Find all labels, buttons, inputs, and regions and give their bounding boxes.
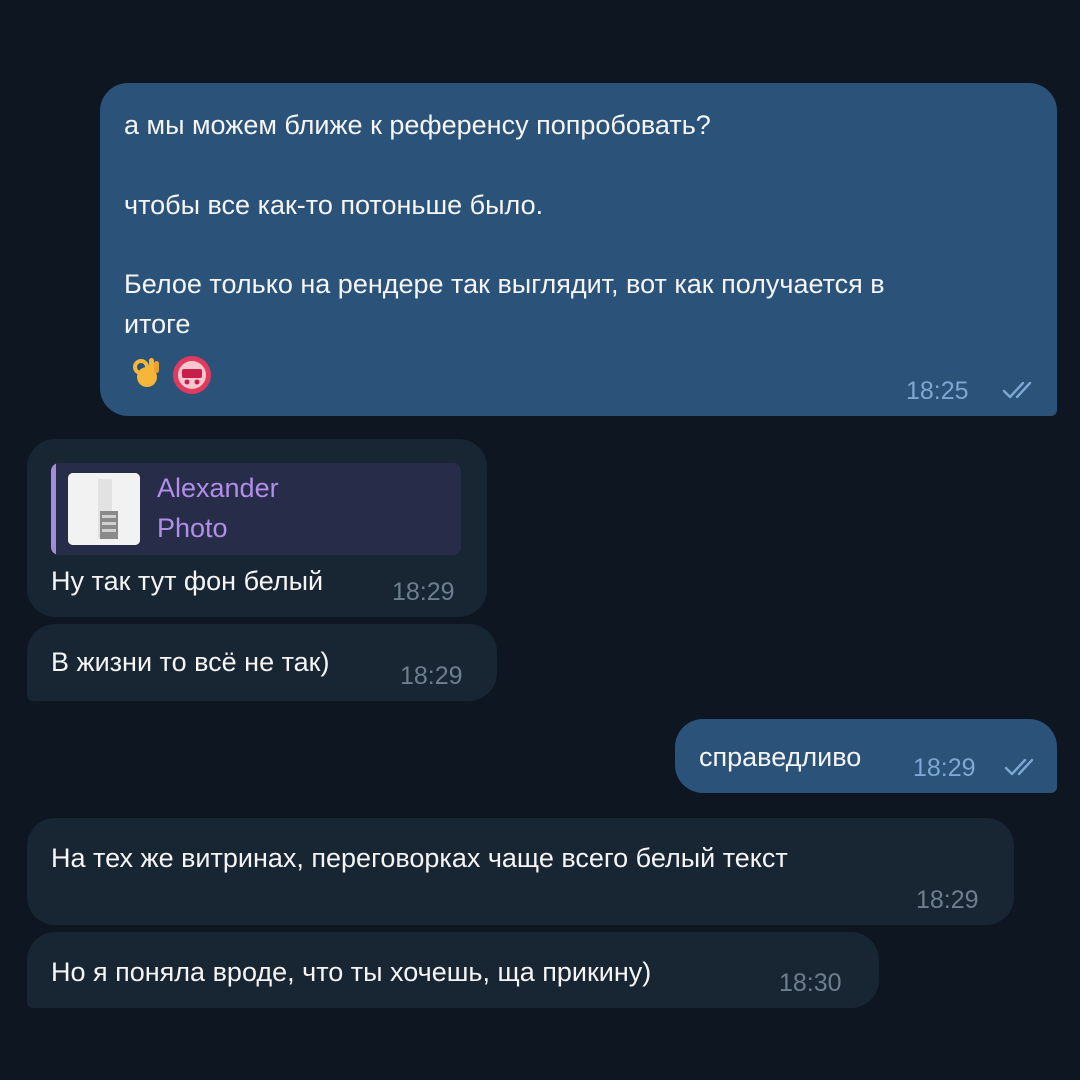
incoming-message[interactable]: В жизни то всё не так) 18:29 [27, 624, 497, 701]
double-check-icon [1004, 758, 1034, 776]
message-time: 18:30 [779, 969, 842, 997]
message-text: В жизни то всё не так) [51, 647, 330, 677]
message-text: Но я поняла вроде, что ты хочешь, ща при… [51, 957, 652, 987]
message-paragraph: а мы можем ближе к референсу попробовать… [124, 110, 711, 140]
message-time: 18:29 [392, 578, 455, 606]
message-time: 18:29 [916, 886, 979, 914]
incoming-message[interactable]: Но я поняла вроде, что ты хочешь, ща при… [27, 932, 879, 1008]
message-text: На тех же витринах, переговорках чаще вс… [51, 843, 788, 873]
sticker-avatar [173, 356, 211, 394]
chat-window: { "messages": [ { "direction": "outgoing… [0, 0, 1080, 1080]
incoming-message[interactable]: На тех же витринах, переговорках чаще вс… [27, 818, 1014, 925]
message-paragraph: чтобы все как-то потоньше было. [124, 190, 544, 220]
double-check-icon [1002, 381, 1032, 399]
reply-author: Alexander [157, 473, 279, 503]
ok-hand-reaction[interactable] [128, 355, 166, 393]
message-text: справедливо [699, 742, 862, 772]
outgoing-message[interactable]: справедливо 18:29 [675, 719, 1057, 793]
reply-media-type: Photo [157, 513, 228, 543]
message-paragraph: Белое только на рендере так выглядит, во… [124, 269, 885, 339]
message-time: 18:25 [906, 377, 969, 405]
sticker-reaction[interactable] [172, 355, 211, 394]
outgoing-message[interactable]: а мы можем ближе к референсу попробовать… [100, 83, 1057, 416]
incoming-message[interactable]: Alexander Photo Ну так тут фон белый 18:… [27, 439, 487, 617]
ok-hand-emoji [133, 358, 159, 387]
photo-thumbnail [68, 473, 140, 545]
message-text: Ну так тут фон белый [51, 566, 324, 596]
reply-accent-bar [51, 463, 56, 555]
message-time: 18:29 [913, 754, 976, 782]
reply-preview[interactable]: Alexander Photo [51, 463, 461, 555]
message-time: 18:29 [400, 662, 463, 690]
